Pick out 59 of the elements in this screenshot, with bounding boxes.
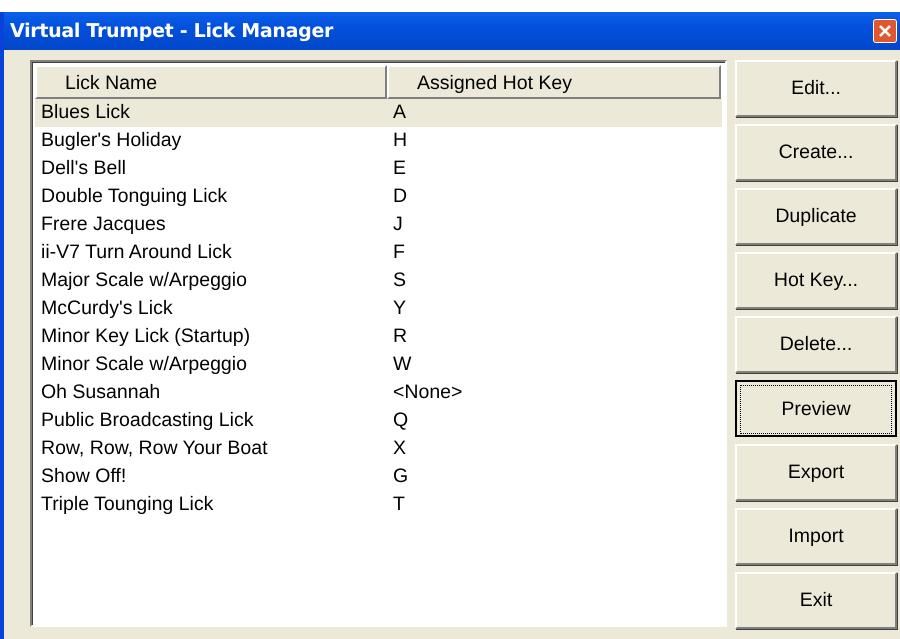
hot-key-cell-text: X [392,436,406,462]
close-button[interactable] [873,19,897,43]
lick-name: Bugler's Holiday [40,128,182,154]
lick-name: ii-V7 Turn Around Lick [40,240,233,266]
hot-key-cell-text: T [392,492,405,518]
list-row[interactable]: ii-V7 Turn Around Lick F [35,239,722,267]
lick-name: McCurdy's Lick [40,296,174,322]
dialog-button[interactable]: Hot Key... [735,252,897,309]
lick-name: Major Scale w/Arpeggio [40,268,248,294]
list-row[interactable]: Bugler's Holiday H [35,127,722,155]
dialog-button[interactable]: Delete... [735,316,897,373]
lick-name: Public Broadcasting Lick [40,408,254,434]
hot-key-cell-text: J [392,212,403,238]
lick-name: Dell's Bell [40,156,127,182]
list-row[interactable]: Blues Lick A [35,99,722,127]
close-icon [878,24,892,38]
column-header[interactable]: Assigned Hot Key [387,65,721,99]
window-title: Virtual Trumpet - Lick Manager [10,18,334,44]
list-row[interactable]: Double Tonguing Lick D [35,183,722,211]
hot-key-cell-text: H [392,128,408,154]
lick-name: Show Off! [40,464,128,490]
list-row[interactable]: Minor Scale w/Arpeggio W [35,351,722,379]
hot-key-cell-text: <None> [392,380,462,406]
list-row[interactable]: Oh Susannah <None> [35,379,722,407]
list-row[interactable]: Frere Jacques J [35,211,722,239]
hot-key-cell-text: Y [392,296,406,322]
dialog-button[interactable]: Exit [735,572,897,629]
hot-key-cell-text: G [392,464,408,490]
hot-key-cell-text: A [392,100,406,126]
lick-name: Frere Jacques [40,212,167,238]
dialog-button[interactable]: Create... [735,124,897,181]
lick-name: Blues Lick [40,100,131,126]
list-row[interactable]: Triple Tounging Lick T [35,491,722,519]
hot-key-cell-text: W [392,352,412,378]
hot-key-cell-text: E [392,156,406,182]
dialog-button[interactable]: Duplicate [735,188,897,245]
list-row[interactable]: McCurdy's Lick Y [35,295,722,323]
dialog-button[interactable]: Preview [735,380,897,437]
hot-key-cell-text: F [392,240,405,266]
lick-name: Minor Scale w/Arpeggio [40,352,248,378]
list-row[interactable]: Minor Key Lick (Startup) R [35,323,722,351]
lick-name: Row, Row, Row Your Boat [40,436,269,462]
dialog-button[interactable]: Import [735,508,897,565]
list-row[interactable]: Major Scale w/Arpeggio S [35,267,722,295]
lick-name: Triple Tounging Lick [40,492,214,518]
hot-key-cell-text: S [392,268,406,294]
dialog-button[interactable]: Edit... [735,60,897,117]
list-row[interactable]: Show Off! G [35,463,722,491]
lick-name: Double Tonguing Lick [40,184,228,210]
lick-name: Minor Key Lick (Startup) [40,324,252,350]
lick-name: Oh Susannah [40,380,162,406]
hot-key-cell-text: R [392,324,408,350]
hot-key-cell-text: Q [392,408,408,434]
hot-key-cell-text: D [392,184,408,210]
dialog-button[interactable]: Export [735,444,897,501]
column-header[interactable]: Lick Name [35,65,387,99]
list-row[interactable]: Row, Row, Row Your Boat X [35,435,722,463]
list-row[interactable]: Public Broadcasting Lick Q [35,407,722,435]
list-row[interactable]: Dell's Bell E [35,155,722,183]
